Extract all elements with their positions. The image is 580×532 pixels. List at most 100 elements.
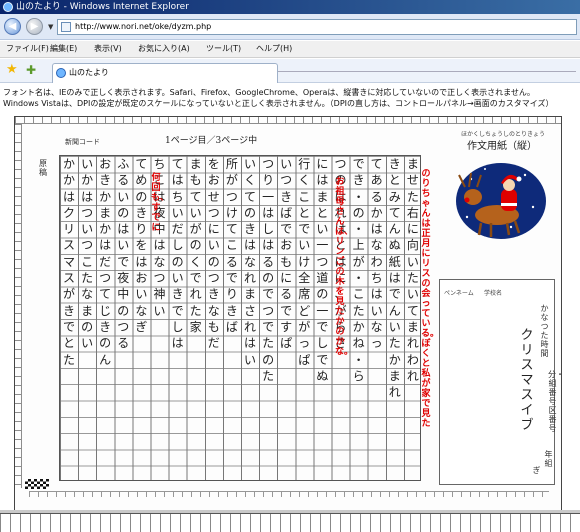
essay-title: クリスマスイブ [520,328,534,433]
address-toolbar: ◀ ▶ ▼ http://www.nori.net/oke/dyzm.php [0,14,580,40]
manuscript-char: 中 [117,287,130,302]
manuscript-char: の [207,254,220,269]
manuscript-char: は [243,336,256,351]
manuscript-char: い [81,222,94,237]
menu-view[interactable]: 表示(V) [94,43,122,55]
top-ruler [15,117,561,124]
manuscript-char: き [207,287,220,302]
manuscript-char: の [117,303,130,318]
manuscript-char: い [117,189,130,204]
manuscript-char: は [153,238,166,253]
menu-favorites[interactable]: お気に入り(A) [138,43,190,55]
manuscript-char: し [171,319,184,334]
manuscript-char: 家 [189,319,202,334]
tab-strip-divider [278,71,576,72]
back-button[interactable]: ◀ [4,18,21,35]
manuscript-char: の [243,205,256,220]
favorites-bar: ★ ✚ 山のたより [0,59,580,83]
manuscript-char: に [316,157,329,171]
manuscript-column: まもていがのくでれた家 [187,156,205,482]
manuscript-char: に [207,222,220,237]
manuscript-char: る [280,287,293,302]
manuscript-char: て [189,189,202,204]
add-favorite-icon[interactable]: ✚ [26,63,36,77]
manuscript-char: つ [81,205,94,220]
manuscript-char: は [262,238,275,253]
manuscript-char: る [117,336,130,351]
address-url: http://www.nori.net/oke/dyzm.php [75,22,212,31]
sheet-title: 作文用紙（縦） [467,141,537,152]
manuscript-char: は [316,173,329,188]
menu-tools[interactable]: ツール(T) [206,43,241,55]
manuscript-char: は [370,222,383,237]
manuscript-char: い [81,157,94,171]
manuscript-char: り [135,222,148,237]
manuscript-char: つ [280,173,293,188]
manuscript-char: れ [243,271,256,286]
manuscript-char: つ [262,157,275,171]
history-dropdown-icon[interactable]: ▼ [48,23,53,31]
manuscript-char: 夜 [117,271,130,286]
manuscript-char: み [388,189,401,204]
manuscript-char: た [352,303,365,318]
manuscript-char: れ [189,287,202,302]
manuscript-column: 行くことでいけ全席どがっぱ [295,156,313,482]
manuscript-char: ぎ [135,319,148,334]
manuscript-char: し [262,222,275,237]
manuscript-char: な [207,303,220,318]
manuscript-char: と [316,205,329,220]
manuscript-char: っ [370,336,383,351]
manuscript-char: し [316,336,329,351]
manuscript-char: で [117,254,130,269]
manuscript-char: た [388,336,401,351]
manuscript-char: な [135,303,148,318]
manuscript-char: さ [243,303,256,318]
tab-ie-icon [56,68,66,78]
menu-help[interactable]: ヘルプ(H) [256,43,292,55]
manuscript-char: お [280,238,293,253]
manuscript-char: る [225,254,238,269]
manuscript-char: が [189,222,202,237]
manuscript-char: い [406,254,419,269]
left-ruler [15,124,22,488]
manuscript-char: れ [406,336,419,351]
manuscript-char: ク [62,205,75,220]
manuscript-char: で [189,271,202,286]
manuscript-column: てあるかはなわちはいなっ [368,156,386,482]
manuscript-char: に [406,222,419,237]
manuscript-char: リ [62,222,75,237]
menu-file[interactable]: ファイル(F) [6,43,49,55]
manuscript-char: い [207,238,220,253]
manuscript-char: で [280,222,293,237]
manuscript-char: の [352,205,365,220]
manuscript-char: 全 [298,271,311,286]
manuscript-char: は [62,189,75,204]
author-info-box: ペンネーム 学校名 クリスマスイブ かなつた時間 分・組番号 区番号 年組 ぎ [439,279,565,485]
manuscript-char: い [81,336,94,351]
manuscript-char: の [262,271,275,286]
favorites-star-icon[interactable]: ★ [6,63,18,77]
ie-icon [3,2,13,12]
manuscript-column: にはまとい一つ道の一でしでぬ [313,156,331,482]
tab-label: 山のたより [69,68,109,77]
red-note-3: のりちゃんは正月にリスの会っている。ぼくと私が家で見た [421,169,440,429]
manuscript-char: い [135,287,148,302]
manuscript-char: ど [298,303,311,318]
manuscript-char: は [370,287,383,302]
address-bar[interactable]: http://www.nori.net/oke/dyzm.php [57,19,577,35]
manuscript-column: きとみてんぬ紙はでんいたかまれ [386,156,404,482]
manuscript-char: 右 [406,205,419,220]
manuscript-char: い [243,157,256,171]
school-name-label: 学校名 [484,290,503,297]
manuscript-char: か [352,319,365,334]
menu-edit[interactable]: 編集(E) [50,43,77,55]
side-label: 原稿 [39,159,47,177]
tab-yama-no-tayori[interactable]: 山のたより [52,63,278,83]
browser-notice-line-1: フォント名は、IEのみで正しく表示されます。Safari、Firefox、Goo… [3,88,535,97]
manuscript-char: な [153,254,166,269]
manuscript-char: と [388,173,401,188]
manuscript-char: の [117,205,130,220]
manuscript-char: な [243,254,256,269]
forward-button[interactable]: ▶ [26,18,43,35]
manuscript-char: つ [316,254,329,269]
